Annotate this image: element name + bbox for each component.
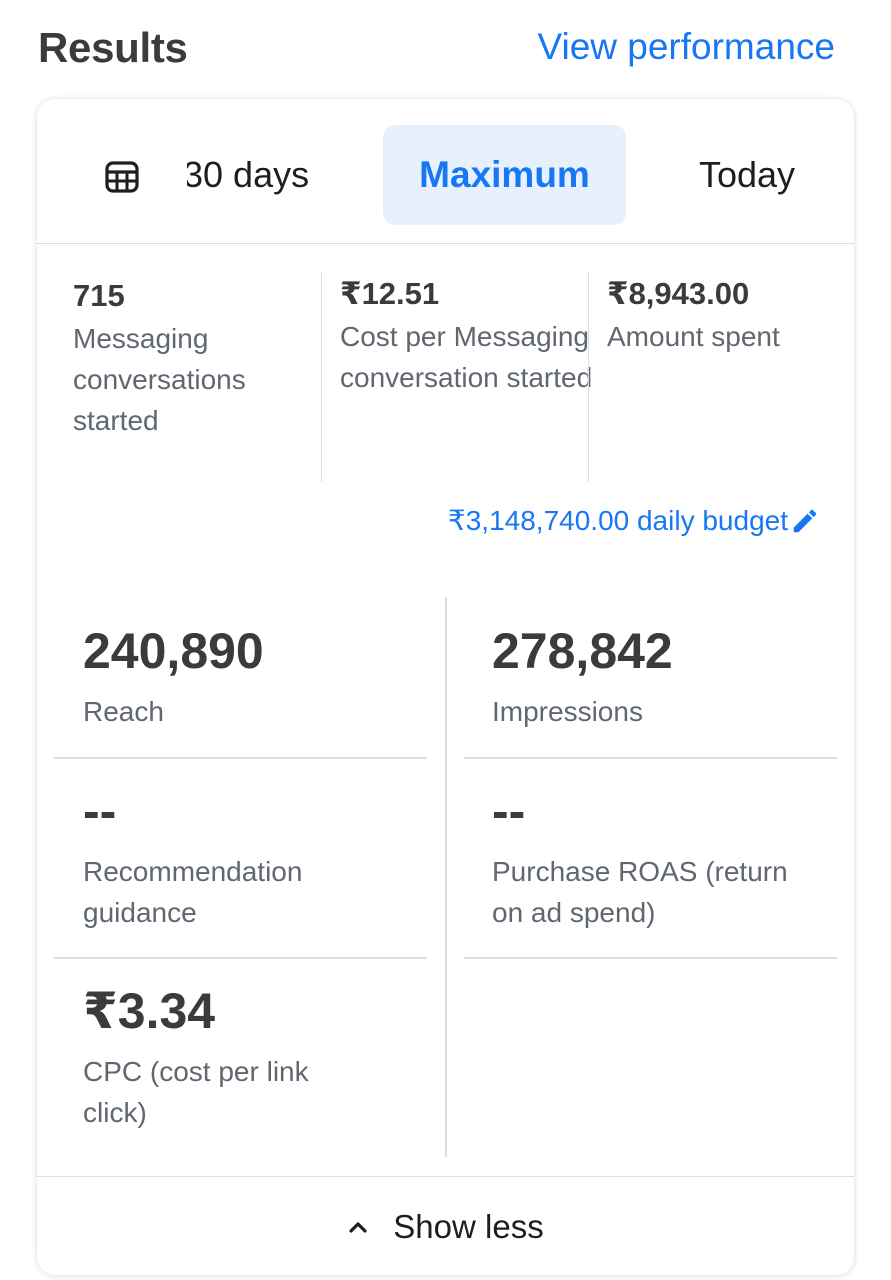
summary-amount-spent: ₹8,943.00 Amount spent bbox=[588, 272, 847, 482]
metric-value: -- bbox=[83, 783, 117, 839]
metric-impressions: 278,842 Impressions bbox=[492, 621, 673, 732]
summary-label: Amount spent bbox=[607, 321, 780, 352]
metric-reach: 240,890 Reach bbox=[83, 621, 264, 732]
daily-budget-label: ₹3,148,740.00 daily budget bbox=[447, 505, 788, 536]
metric-value: ₹3.34 bbox=[83, 983, 216, 1039]
page-title: Results bbox=[38, 24, 188, 71]
metric-label: Purchase ROAS (return on ad spend) bbox=[492, 856, 788, 928]
summary-label: Messaging conversations started bbox=[73, 323, 246, 436]
tab-maximum[interactable]: Maximum bbox=[383, 125, 626, 225]
pencil-icon bbox=[793, 509, 817, 532]
metric-label: Reach bbox=[83, 696, 164, 727]
view-performance-link[interactable]: View performance bbox=[537, 26, 835, 68]
row-divider bbox=[464, 757, 837, 759]
summary-value: ₹12.51 bbox=[340, 276, 440, 311]
daily-budget-link[interactable]: ₹3,148,740.00 daily budget bbox=[448, 504, 820, 537]
metrics-grid: 240,890 Reach 278,842 Impressions -- Rec… bbox=[37, 597, 854, 1157]
row-divider bbox=[54, 957, 427, 959]
results-header: Results View performance bbox=[38, 24, 835, 76]
summary-value: 715 bbox=[73, 278, 125, 313]
summary-cost-per-conversation: ₹12.51 Cost per Messaging conversation s… bbox=[321, 272, 606, 482]
summary-label: Cost per Messaging conversation started bbox=[340, 321, 593, 393]
tab-30-days[interactable]: 30 days bbox=[187, 125, 387, 225]
results-card: 30 days Maximum Today 715 Messaging conv… bbox=[37, 99, 854, 1275]
metric-roas: -- Purchase ROAS (return on ad spend) bbox=[492, 781, 792, 933]
show-less-label: Show less bbox=[393, 1207, 544, 1245]
row-divider bbox=[54, 757, 427, 759]
summary-value: ₹8,943.00 bbox=[607, 276, 750, 311]
calendar-grid-icon[interactable] bbox=[105, 161, 139, 193]
metrics-divider bbox=[445, 597, 447, 1157]
chevron-up-icon bbox=[349, 1221, 367, 1233]
metric-label: CPC (cost per link click) bbox=[83, 1056, 309, 1128]
tab-today[interactable]: Today bbox=[667, 125, 827, 225]
metric-value: -- bbox=[492, 783, 526, 839]
metric-label: Recommendation guidance bbox=[83, 856, 303, 928]
row-divider bbox=[464, 957, 837, 959]
metric-value: 240,890 bbox=[83, 623, 264, 679]
summary-row: 715 Messaging conversations started ₹12.… bbox=[37, 244, 854, 484]
tab-30-days-label: 30 days bbox=[187, 154, 310, 195]
metric-label: Impressions bbox=[492, 696, 643, 727]
metric-cpc: ₹3.34 CPC (cost per link click) bbox=[83, 981, 363, 1133]
summary-conversations: 715 Messaging conversations started bbox=[73, 274, 323, 484]
metric-value: 278,842 bbox=[492, 623, 673, 679]
show-less-button[interactable]: Show less bbox=[37, 1176, 854, 1275]
metric-recommendation: -- Recommendation guidance bbox=[83, 781, 383, 933]
date-range-tabs: 30 days Maximum Today bbox=[37, 99, 854, 244]
